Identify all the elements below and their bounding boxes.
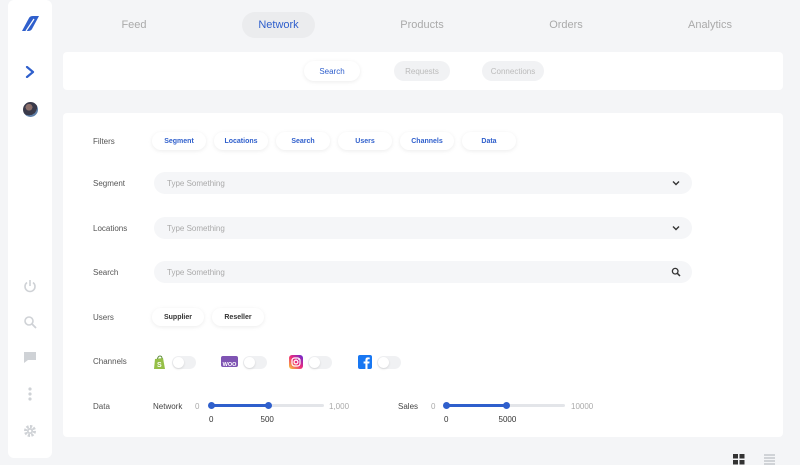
network-range-fill xyxy=(211,404,268,407)
logo-icon[interactable] xyxy=(8,12,52,36)
network-min-handle[interactable] xyxy=(208,402,215,409)
segment-label: Segment xyxy=(93,179,126,188)
facebook-toggle[interactable] xyxy=(377,356,401,369)
svg-text:S: S xyxy=(157,362,162,369)
sales-range-fill xyxy=(446,404,506,407)
power-icon[interactable] xyxy=(8,277,52,295)
tab-requests[interactable]: Requests xyxy=(394,61,450,81)
search-icon[interactable] xyxy=(671,267,681,277)
filter-chip-data[interactable]: Data xyxy=(462,132,516,150)
network-min-label: 0 xyxy=(195,402,200,411)
nav-tab-analytics[interactable]: Analytics xyxy=(670,12,750,38)
chevron-down-icon xyxy=(672,226,680,231)
locations-placeholder: Type Something xyxy=(167,223,225,233)
sales-min-label: 0 xyxy=(431,402,436,411)
users-label: Users xyxy=(93,313,114,322)
network-slider-label: Network xyxy=(153,402,183,411)
filter-chip-channels[interactable]: Channels xyxy=(400,132,454,150)
instagram-toggle[interactable] xyxy=(308,356,332,369)
shopify-toggle[interactable] xyxy=(172,356,196,369)
filters-label: Filters xyxy=(93,137,115,146)
network-range-slider[interactable] xyxy=(208,402,324,409)
top-nav: Feed Network Products Orders Analytics xyxy=(62,10,782,40)
search-input[interactable]: Type Something xyxy=(154,261,692,283)
tab-connections[interactable]: Connections xyxy=(482,61,544,81)
gear-icon[interactable] xyxy=(8,422,52,440)
sales-high-value: 5000 xyxy=(498,415,517,424)
list-view-icon[interactable] xyxy=(764,452,778,465)
instagram-icon xyxy=(289,355,303,369)
network-low-value: 0 xyxy=(209,415,214,424)
more-vertical-icon[interactable] xyxy=(8,385,52,403)
sales-range-slider[interactable] xyxy=(443,402,565,409)
sales-max-handle[interactable] xyxy=(502,402,510,409)
locations-select[interactable]: Type Something xyxy=(154,217,692,239)
sub-nav: Search Requests Connections xyxy=(63,52,783,90)
sales-max-label: 10000 xyxy=(571,402,594,411)
expand-chevron-icon[interactable] xyxy=(8,62,52,82)
user-option-supplier[interactable]: Supplier xyxy=(152,308,204,326)
search-icon[interactable] xyxy=(8,313,52,331)
data-label: Data xyxy=(93,402,110,411)
sales-low-value: 0 xyxy=(444,415,449,424)
channels-label: Channels xyxy=(93,357,127,366)
segment-select[interactable]: Type Something xyxy=(154,172,692,194)
woocommerce-icon: WOO xyxy=(221,356,238,368)
shopify-icon: S xyxy=(153,355,167,369)
nav-tab-network[interactable]: Network xyxy=(242,12,315,38)
tab-search[interactable]: Search xyxy=(304,61,360,81)
filter-chip-users[interactable]: Users xyxy=(338,132,392,150)
sidebar xyxy=(8,0,52,458)
network-high-value: 500 xyxy=(260,415,274,424)
filter-chip-locations[interactable]: Locations xyxy=(214,132,268,150)
filter-chip-search[interactable]: Search xyxy=(276,132,330,150)
chevron-down-icon xyxy=(672,181,680,186)
network-max-label: 1,000 xyxy=(329,402,350,411)
search-placeholder: Type Something xyxy=(167,267,225,277)
chat-icon[interactable] xyxy=(8,349,52,365)
user-option-reseller[interactable]: Reseller xyxy=(212,308,264,326)
filter-chip-segment[interactable]: Segment xyxy=(152,132,206,150)
segment-placeholder: Type Something xyxy=(167,178,225,188)
facebook-icon xyxy=(358,355,372,369)
nav-tab-orders[interactable]: Orders xyxy=(526,12,606,38)
search-label: Search xyxy=(93,268,119,277)
grid-view-icon[interactable] xyxy=(733,452,747,465)
sales-min-handle[interactable] xyxy=(443,402,450,409)
woocommerce-toggle[interactable] xyxy=(243,356,267,369)
nav-tab-feed[interactable]: Feed xyxy=(94,12,174,38)
network-max-handle[interactable] xyxy=(264,402,272,409)
svg-text:WOO: WOO xyxy=(223,362,237,368)
search-form-panel: Filters Segment Locations Search Users C… xyxy=(63,113,783,437)
nav-tab-products[interactable]: Products xyxy=(382,12,462,38)
sales-slider-label: Sales xyxy=(398,402,419,411)
avatar[interactable] xyxy=(8,99,52,119)
locations-label: Locations xyxy=(93,224,128,233)
